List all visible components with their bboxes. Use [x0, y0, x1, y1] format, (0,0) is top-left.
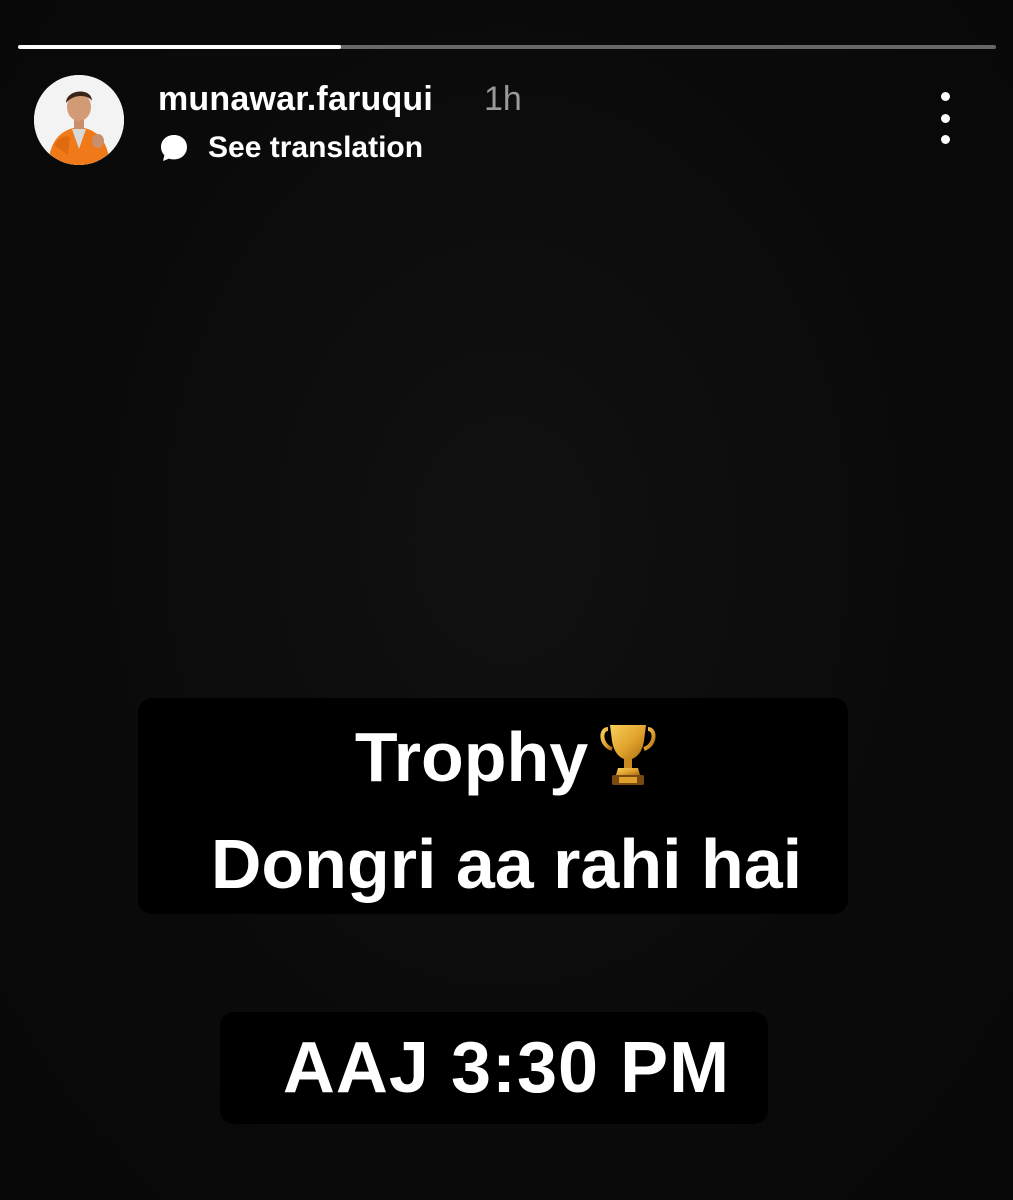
trophy-icon	[598, 719, 658, 789]
see-translation-label: See translation	[208, 131, 424, 164]
trophy-text: Trophy	[354, 718, 589, 796]
story-progress-bar	[18, 45, 996, 49]
story-progress-fill	[18, 45, 341, 49]
speech-bubble-icon	[158, 132, 190, 164]
more-options-button[interactable]	[925, 92, 965, 144]
see-translation-button[interactable]: See translation	[158, 128, 423, 168]
vertical-dots-icon	[940, 92, 950, 101]
story-text-line-2: Dongri aa rahi hai	[210, 825, 803, 903]
story-text-line-3: AAJ 3:30 PM	[282, 1028, 731, 1108]
story-text-line-1: Trophy	[0, 712, 1013, 802]
avatar[interactable]	[34, 75, 124, 165]
time-ago: 1h	[484, 80, 522, 118]
avatar-photo	[34, 75, 124, 165]
username[interactable]: munawar.faruqui	[158, 80, 433, 118]
